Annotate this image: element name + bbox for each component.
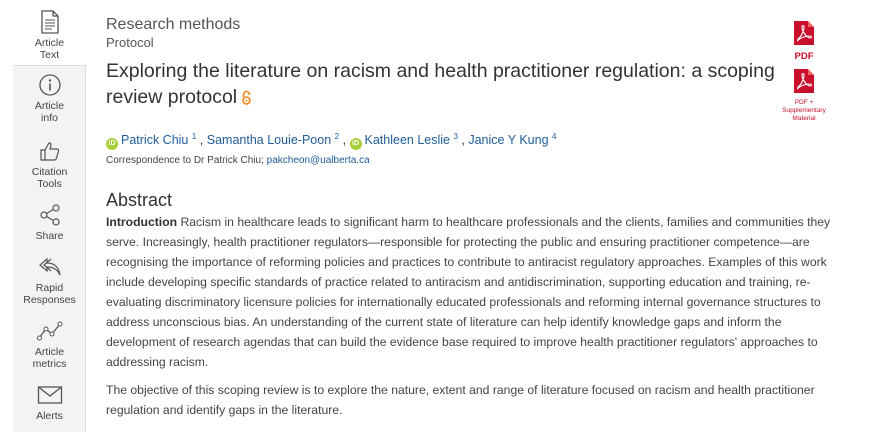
thumbs-up-icon <box>37 138 63 164</box>
sidebar-item-label: Rapid Responses <box>23 282 76 306</box>
envelope-icon <box>37 382 63 408</box>
share-icon <box>37 202 63 228</box>
article-sidebar: Article Text Article info Citation Tools… <box>13 0 86 432</box>
reply-icon <box>37 254 63 280</box>
metrics-icon <box>36 318 63 344</box>
orcid-icon[interactable]: iD <box>349 138 362 151</box>
sidebar-item-article-metrics[interactable]: Article metrics <box>13 318 86 370</box>
pdf-icon <box>793 68 815 99</box>
author-separator: , <box>339 133 350 148</box>
sidebar-item-label: Share <box>35 230 64 242</box>
article-section: Research methods <box>106 16 241 33</box>
sidebar-item-share[interactable]: Share <box>13 202 86 242</box>
sidebar-item-label: Article info <box>34 100 65 124</box>
pdf-download-button[interactable]: PDF <box>789 20 819 62</box>
correspondence: Correspondence to Dr Patrick Chiu; pakch… <box>106 155 370 166</box>
orcid-icon[interactable]: iD <box>106 138 118 151</box>
pdf-icon <box>793 20 815 51</box>
sidebar-item-label: Article metrics <box>32 346 67 370</box>
article-title: Exploring the literature on racism and h… <box>106 58 776 112</box>
sidebar-item-rapid-responses[interactable]: Rapid Responses <box>13 254 86 306</box>
pdf-label: PDF <box>794 51 814 62</box>
pdf-supplementary-label: PDF + Supplementary Material <box>782 99 826 122</box>
article-type: Protocol <box>106 35 154 50</box>
author-list: iD Patrick Chiu 1 , Samantha Louie-Poon 2… <box>106 132 556 151</box>
author-link[interactable]: Samantha Louie-Poon 2 <box>207 132 339 147</box>
sidebar-item-label: Article Text <box>34 37 65 61</box>
article-title-text: Exploring the literature on racism and h… <box>106 60 775 108</box>
author-link[interactable]: Patrick Chiu 1 <box>121 132 196 147</box>
author-link[interactable]: Janice Y Kung 4 <box>468 132 556 147</box>
document-icon <box>37 9 63 35</box>
sidebar-item-alerts[interactable]: Alerts <box>13 382 86 422</box>
abstract-heading: Abstract <box>106 190 173 210</box>
abstract-objective: The objective of this scoping review is … <box>106 383 815 417</box>
correspondence-email-link[interactable]: pakcheon@ualberta.ca <box>267 155 370 166</box>
author-link[interactable]: Kathleen Leslie 3 <box>365 132 458 147</box>
sidebar-item-article-text[interactable]: Article Text <box>13 0 86 66</box>
author-separator: , <box>196 133 207 148</box>
sidebar-item-article-info[interactable]: Article info <box>13 72 86 124</box>
author-separator: , <box>457 133 469 148</box>
open-access-lock-icon <box>241 86 252 112</box>
abstract-body: Introduction Racism in healthcare leads … <box>106 212 831 420</box>
sidebar-item-citation-tools[interactable]: Citation Tools <box>13 138 86 190</box>
pdf-supplementary-download-button[interactable]: PDF + Supplementary Material <box>778 68 830 123</box>
sidebar-item-label: Alerts <box>36 410 63 422</box>
introduction-label: Introduction <box>106 215 178 229</box>
introduction-text: Racism in healthcare leads to significan… <box>106 215 831 369</box>
info-icon <box>37 72 63 98</box>
sidebar-item-label: Citation Tools <box>31 166 68 190</box>
correspondence-label: Correspondence to Dr Patrick Chiu; <box>106 155 264 166</box>
abstract-introduction: Introduction Racism in healthcare leads … <box>106 212 831 372</box>
